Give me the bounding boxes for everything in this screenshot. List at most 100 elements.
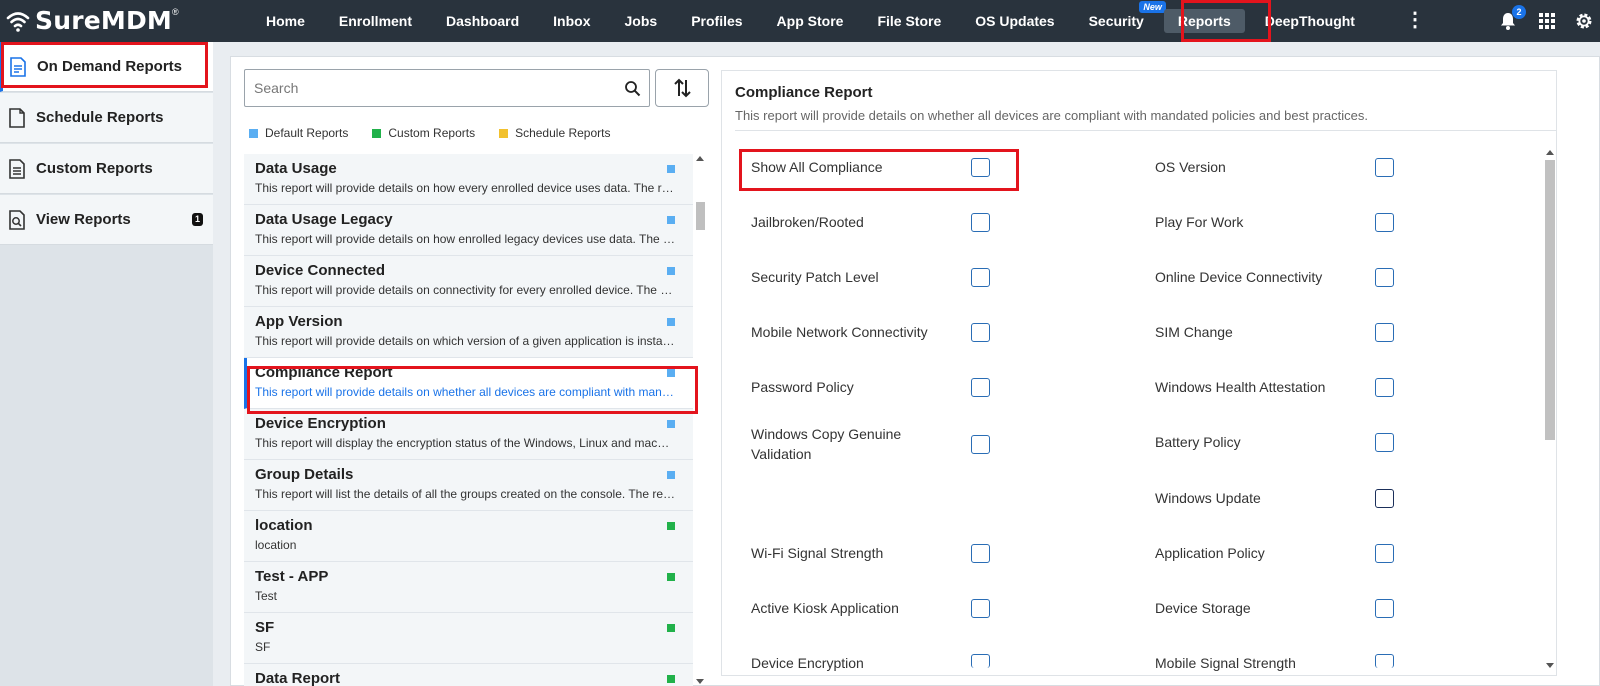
option-label-device-storage: Device Storage <box>1155 600 1251 616</box>
report-search <box>244 69 650 107</box>
checkbox-password-policy[interactable] <box>971 378 990 397</box>
checkbox-application-policy[interactable] <box>1375 544 1394 563</box>
sidebar-item-custom-reports[interactable]: Custom Reports <box>0 144 213 194</box>
checkbox-play-for-work[interactable] <box>1375 213 1394 232</box>
checkbox-sim-change[interactable] <box>1375 323 1394 342</box>
checkbox-online-device-connectivity[interactable] <box>1375 268 1394 287</box>
search-input[interactable] <box>245 80 605 96</box>
option-label-mobile-network-connectivity: Mobile Network Connectivity <box>751 324 928 340</box>
checkbox-active-kiosk-application[interactable] <box>971 599 990 618</box>
option-label-os-version: OS Version <box>1155 159 1226 175</box>
report-item-test-app[interactable]: Test - APP Test <box>244 562 693 613</box>
gear-icon[interactable] <box>1574 11 1594 31</box>
nav-dashboard[interactable]: Dashboard <box>432 9 533 33</box>
report-description: This report will provide details on whic… <box>255 334 676 348</box>
nav-home[interactable]: Home <box>252 9 319 33</box>
divider <box>735 130 1557 131</box>
scrollbar-thumb[interactable] <box>1545 160 1555 440</box>
report-item-device-encryption[interactable]: Device Encryption This report will displ… <box>244 409 693 460</box>
checkbox-mobile-network-connectivity[interactable] <box>971 323 990 342</box>
report-item-sf[interactable]: SF SF <box>244 613 693 664</box>
apps-grid-icon[interactable] <box>1537 11 1557 31</box>
nav-security[interactable]: Security New <box>1075 1 1166 33</box>
checkbox-windows-copy-genuine-validation[interactable] <box>971 435 990 454</box>
report-title: Test - APP <box>255 568 329 585</box>
search-doc-icon <box>9 209 25 230</box>
report-title: SF <box>255 619 275 636</box>
compliance-options-scrollbar[interactable] <box>1542 148 1557 670</box>
report-item-device-connected[interactable]: Device Connected This report will provid… <box>244 256 693 307</box>
option-label-play-for-work: Play For Work <box>1155 214 1244 230</box>
sort-button[interactable] <box>655 69 709 107</box>
report-list-scrollbar[interactable] <box>692 154 708 686</box>
legend-custom-reports: Custom Reports <box>372 126 475 140</box>
search-icon[interactable] <box>624 80 641 97</box>
nav-reports[interactable]: Reports <box>1163 9 1245 33</box>
scroll-up-arrow-icon[interactable] <box>696 156 704 161</box>
report-doc-icon <box>10 56 26 77</box>
nav-app-store[interactable]: App Store <box>763 9 858 33</box>
report-item-location[interactable]: location location <box>244 511 693 562</box>
sidebar-item-label: View Reports <box>36 211 131 228</box>
nav-profiles[interactable]: Profiles <box>677 9 756 33</box>
report-item-data-usage[interactable]: Data Usage This report will provide deta… <box>244 154 693 205</box>
nav-file-store[interactable]: File Store <box>863 9 955 33</box>
report-list: Data Usage This report will provide deta… <box>244 154 693 686</box>
report-title: Data Usage <box>255 160 337 177</box>
nav-os-updates[interactable]: OS Updates <box>961 9 1068 33</box>
notification-count-badge: 2 <box>1512 5 1526 19</box>
checkbox-mobile-signal-strength[interactable] <box>1375 654 1394 668</box>
report-description: This report will provide details on whet… <box>255 385 676 399</box>
checkbox-battery-policy[interactable] <box>1375 433 1394 452</box>
checkbox-device-storage[interactable] <box>1375 599 1394 618</box>
option-label-windows-update: Windows Update <box>1155 490 1261 506</box>
report-description: This report will list the details of all… <box>255 487 676 501</box>
checkbox-windows-update[interactable] <box>1375 489 1394 508</box>
nav-jobs[interactable]: Jobs <box>611 9 672 33</box>
sidebar-item-on-demand-reports[interactable]: On Demand Reports <box>0 42 213 92</box>
report-item-group-details[interactable]: Group Details This report will list the … <box>244 460 693 511</box>
compliance-report-description: This report will provide details on whet… <box>735 108 1368 123</box>
brand-logo[interactable]: SureMDM ® <box>6 6 179 35</box>
option-label-device-encryption: Device Encryption <box>751 655 864 671</box>
report-title: Data Usage Legacy <box>255 211 393 228</box>
reports-sidebar: On Demand Reports Schedule Reports Custo… <box>0 42 213 686</box>
scroll-down-arrow-icon[interactable] <box>696 679 704 684</box>
sidebar-item-schedule-reports[interactable]: Schedule Reports <box>0 93 213 143</box>
nav-security-label: Security <box>1088 13 1144 29</box>
scroll-up-arrow-icon[interactable] <box>1546 150 1554 155</box>
report-description: This report will provide details on how … <box>255 232 676 246</box>
option-label-application-policy: Application Policy <box>1155 545 1265 561</box>
default-report-marker <box>667 267 675 275</box>
legend-swatch <box>249 128 258 138</box>
report-item-compliance-report[interactable]: Compliance Report This report will provi… <box>244 358 693 409</box>
option-label-mobile-signal-strength: Mobile Signal Strength <box>1155 655 1296 671</box>
checkbox-device-encryption[interactable] <box>971 654 990 668</box>
checkbox-windows-health-attestation[interactable] <box>1375 378 1394 397</box>
kebab-icon[interactable]: ⋮ <box>1405 10 1425 30</box>
checkbox-wifi-signal-strength[interactable] <box>971 544 990 563</box>
option-label-online-device-connectivity: Online Device Connectivity <box>1155 269 1323 285</box>
report-item-data-usage-legacy[interactable]: Data Usage Legacy This report will provi… <box>244 205 693 256</box>
checkbox-show-all-compliance[interactable] <box>971 158 990 177</box>
nav-enrollment[interactable]: Enrollment <box>325 9 426 33</box>
brand-name: SureMDM <box>35 6 172 35</box>
nav-deepthought[interactable]: DeepThought <box>1251 9 1369 33</box>
wifi-logo-icon <box>6 11 30 32</box>
custom-report-marker <box>667 624 675 632</box>
custom-report-marker <box>667 522 675 530</box>
default-report-marker <box>667 216 675 224</box>
checkbox-os-version[interactable] <box>1375 158 1394 177</box>
scroll-down-arrow-icon[interactable] <box>1546 663 1554 668</box>
checkbox-security-patch-level[interactable] <box>971 268 990 287</box>
default-report-marker <box>667 420 675 428</box>
report-title: location <box>255 517 313 534</box>
report-item-app-version[interactable]: App Version This report will provide det… <box>244 307 693 358</box>
nav-inbox[interactable]: Inbox <box>539 9 604 33</box>
checkbox-jailbroken-rooted[interactable] <box>971 213 990 232</box>
default-report-marker <box>667 369 675 377</box>
report-item-data-report[interactable]: Data Report <box>244 664 693 686</box>
report-title: Group Details <box>255 466 354 483</box>
scrollbar-thumb[interactable] <box>696 202 705 230</box>
sidebar-item-view-reports[interactable]: View Reports 1 <box>0 195 213 245</box>
